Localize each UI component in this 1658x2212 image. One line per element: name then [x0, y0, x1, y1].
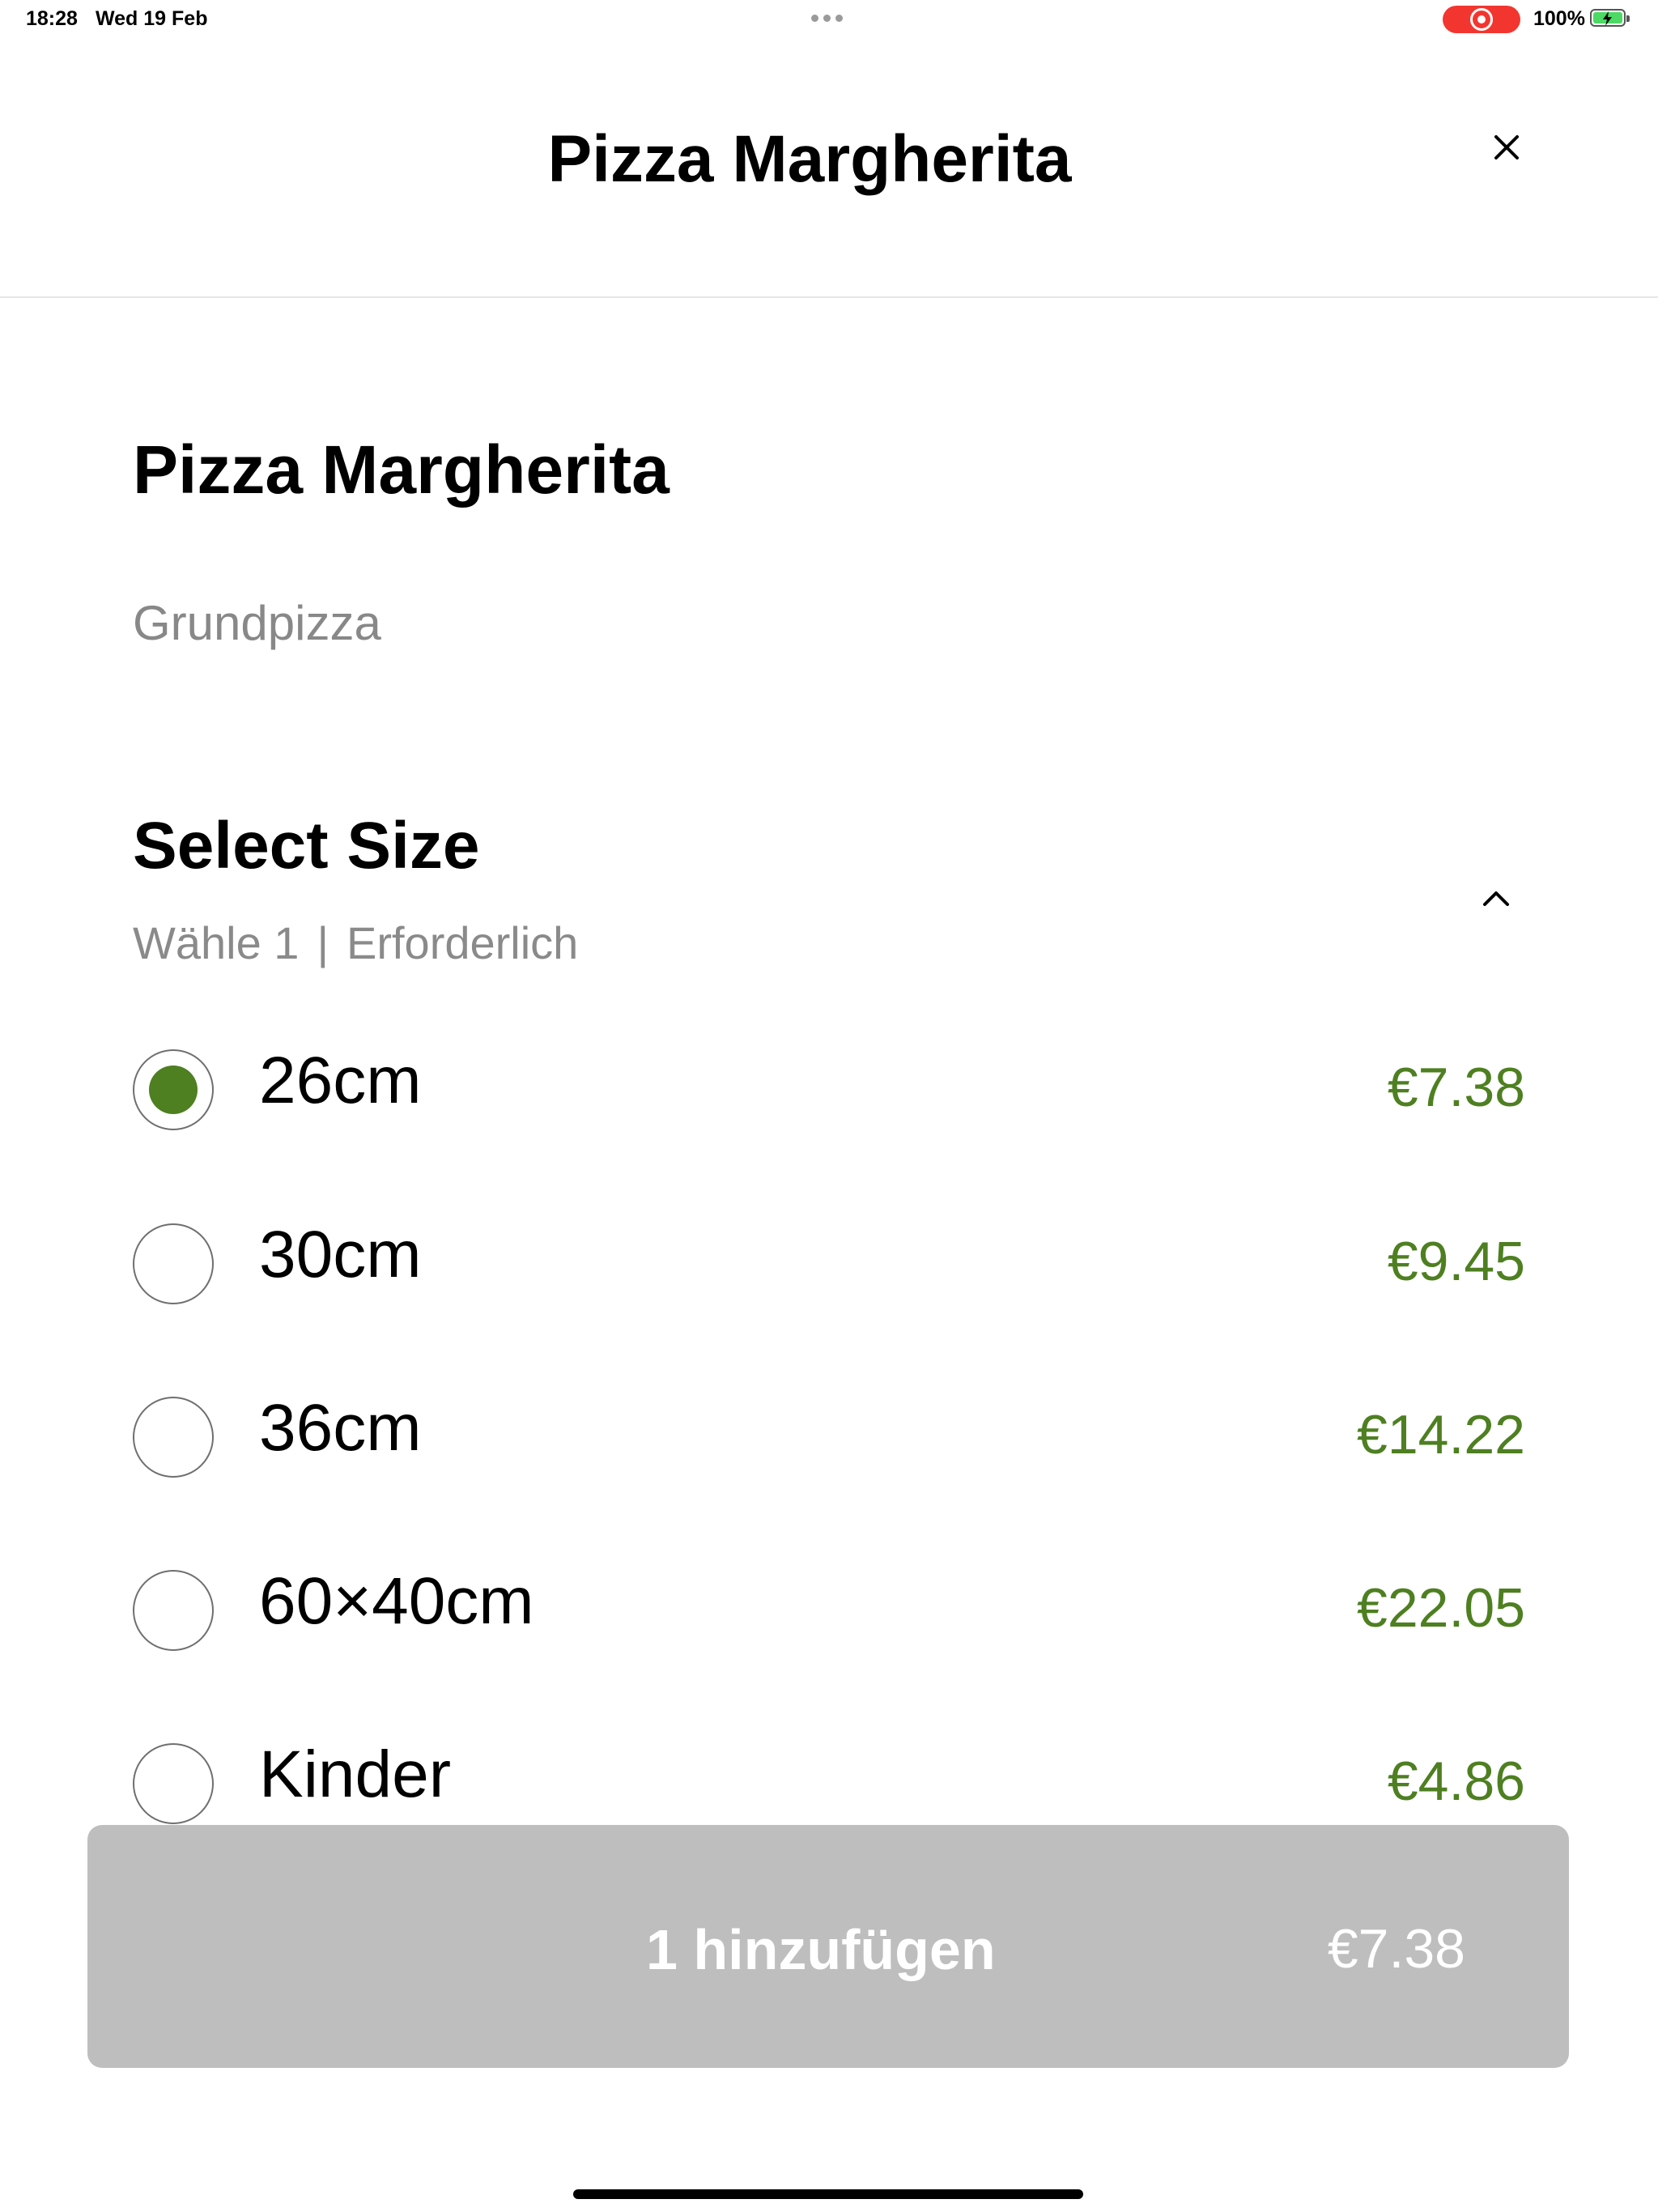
page-title: Pizza Margherita	[547, 122, 1072, 196]
size-section-subtitle: Wähle 1 | Erforderlich	[133, 917, 578, 969]
radio-button[interactable]	[133, 1570, 214, 1651]
radio-button[interactable]	[133, 1743, 214, 1824]
add-button-price: €7.38	[1327, 1918, 1465, 1980]
size-option-label: 36cm	[259, 1391, 422, 1465]
size-option-26cm[interactable]: 26cm €7.38	[133, 1044, 1525, 1138]
size-option-label: 60×40cm	[259, 1564, 534, 1638]
screen-recording-icon[interactable]	[1443, 6, 1520, 33]
size-option-36cm[interactable]: 36cm €14.22	[133, 1391, 1525, 1486]
separator: |	[317, 917, 329, 968]
radio-button[interactable]	[133, 1049, 214, 1130]
status-bar: 18:28 Wed 19 Feb 100%	[0, 0, 1658, 39]
required-text: Erforderlich	[346, 917, 579, 968]
size-option-label: 26cm	[259, 1044, 422, 1117]
product-description: Grundpizza	[133, 596, 381, 650]
battery-percent: 100%	[1533, 7, 1585, 30]
add-to-cart-button[interactable]: 1 hinzufügen €7.38	[87, 1825, 1569, 2068]
multitasking-dots-icon[interactable]	[811, 15, 843, 22]
status-time: 18:28	[26, 7, 78, 30]
size-section-title: Select Size	[133, 809, 480, 883]
add-button-label: 1 hinzufügen	[646, 1918, 996, 1981]
size-option-price: €4.86	[1387, 1750, 1525, 1812]
size-option-kinder[interactable]: Kinder €4.86	[133, 1738, 1525, 1832]
size-option-price: €7.38	[1387, 1057, 1525, 1118]
size-option-label: Kinder	[259, 1738, 452, 1811]
radio-button[interactable]	[133, 1223, 214, 1304]
product-name: Pizza Margherita	[133, 432, 670, 508]
home-indicator[interactable]	[573, 2189, 1083, 2199]
close-button[interactable]	[1486, 127, 1527, 168]
choose-count-text: Wähle 1	[133, 917, 300, 968]
close-icon	[1494, 135, 1519, 160]
collapse-section-button[interactable]	[1480, 885, 1512, 909]
radio-button[interactable]	[133, 1397, 214, 1478]
header-divider	[0, 296, 1658, 298]
size-option-30cm[interactable]: 30cm €9.45	[133, 1218, 1525, 1312]
size-option-price: €14.22	[1357, 1404, 1525, 1465]
size-option-price: €9.45	[1387, 1231, 1525, 1292]
status-date: Wed 19 Feb	[96, 7, 208, 30]
size-option-price: €22.05	[1357, 1577, 1525, 1639]
chevron-up-icon	[1483, 891, 1509, 906]
size-option-label: 30cm	[259, 1218, 422, 1291]
battery-icon	[1590, 9, 1630, 27]
size-option-60x40cm[interactable]: 60×40cm €22.05	[133, 1564, 1525, 1659]
